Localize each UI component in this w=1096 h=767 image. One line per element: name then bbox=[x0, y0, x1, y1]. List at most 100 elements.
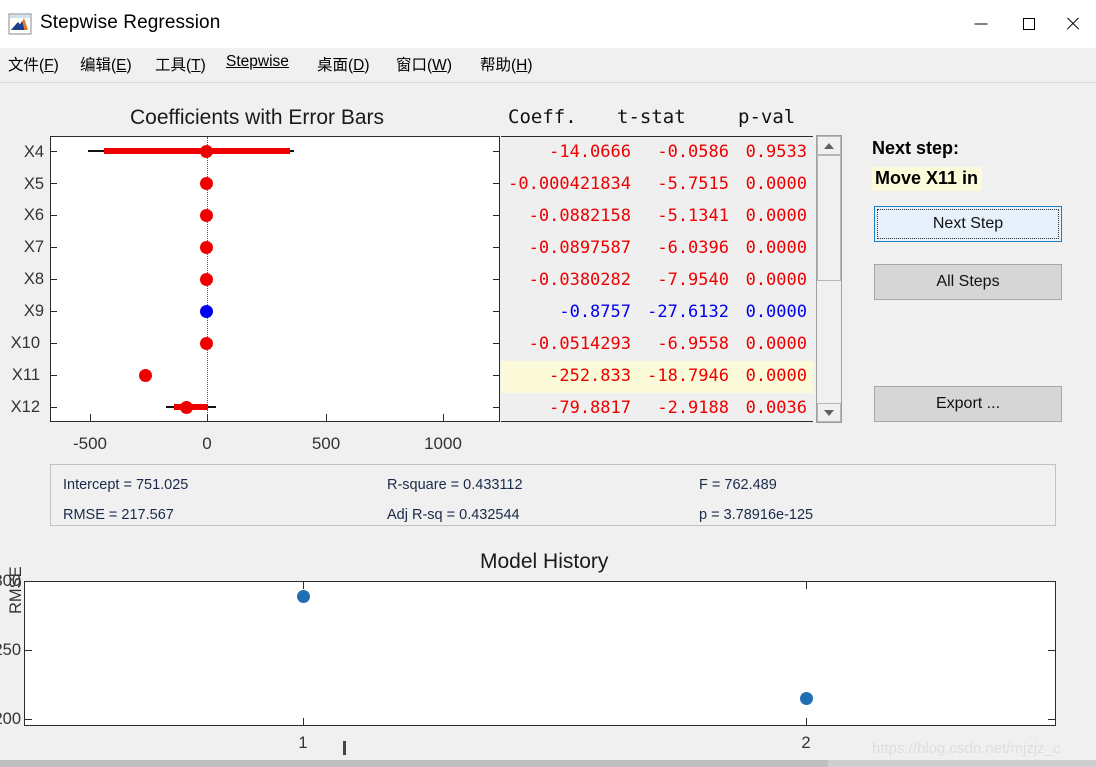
stat-p: p = 3.78916e-125 bbox=[699, 507, 814, 523]
menu-desktop[interactable]: 桌面(D) bbox=[317, 53, 370, 75]
coef-marker-x9[interactable] bbox=[200, 305, 213, 318]
plot-ylabel-x8: X8 bbox=[23, 270, 44, 288]
close-icon bbox=[1065, 16, 1081, 32]
cell-coeff: -252.833 bbox=[549, 366, 631, 386]
plot-ylabel-x11: X11 bbox=[11, 366, 40, 384]
chevron-down-icon bbox=[824, 409, 834, 416]
next-step-label: Next step: bbox=[872, 138, 960, 158]
table-row[interactable]: -14.0666 -0.0586 0.9533 bbox=[501, 137, 813, 169]
scroll-down-button[interactable] bbox=[817, 403, 841, 422]
scroll-up-button[interactable] bbox=[817, 136, 841, 155]
mh-ytick-250: 250 bbox=[0, 641, 21, 659]
table-row[interactable]: -0.0380282 -7.9540 0.0000 bbox=[501, 265, 813, 297]
cell-tstat: -5.1341 bbox=[657, 206, 729, 226]
cell-pval: 0.0000 bbox=[745, 206, 807, 226]
coef-marker-x4[interactable] bbox=[200, 145, 213, 158]
stat-rsquare: R-square = 0.433112 bbox=[387, 477, 523, 493]
focus-outline bbox=[877, 209, 1059, 239]
window-title: Stepwise Regression bbox=[40, 12, 221, 33]
stat-f: F = 762.489 bbox=[699, 477, 777, 493]
coef-marker-x10[interactable] bbox=[200, 337, 213, 350]
cell-tstat: -0.0586 bbox=[657, 142, 729, 162]
close-button[interactable] bbox=[1050, 0, 1096, 48]
export-button[interactable]: Export ... bbox=[874, 386, 1062, 422]
minimize-icon bbox=[974, 23, 988, 25]
next-step-button[interactable]: Next Step bbox=[874, 206, 1062, 242]
stepwise-regression-window: Stepwise Regression 文件(F) 编辑(E) 工具(T) St… bbox=[0, 0, 1096, 767]
cell-coeff: -0.8757 bbox=[559, 302, 631, 322]
coefficient-plot-area[interactable] bbox=[50, 136, 500, 422]
cell-pval: 0.0000 bbox=[745, 174, 807, 194]
errorbar-inner-x4 bbox=[104, 148, 290, 154]
coefficient-plot-title: Coefficients with Error Bars bbox=[130, 106, 385, 129]
coef-marker-x6[interactable] bbox=[200, 209, 213, 222]
scrollbar-thumb[interactable] bbox=[817, 155, 841, 281]
menu-stepwise[interactable]: Stepwise bbox=[226, 53, 289, 71]
coefficient-table[interactable]: -14.0666 -0.0586 0.9533 -0.000421834 -5.… bbox=[501, 136, 813, 422]
cell-coeff: -0.0380282 bbox=[528, 270, 631, 290]
model-history-plot-area[interactable] bbox=[24, 581, 1056, 726]
next-step-value: Move X11 in bbox=[872, 167, 983, 191]
all-steps-button[interactable]: All Steps bbox=[874, 264, 1062, 300]
cell-coeff: -0.0514293 bbox=[528, 334, 631, 354]
coef-marker-x8[interactable] bbox=[200, 273, 213, 286]
coef-marker-x12[interactable] bbox=[180, 401, 193, 414]
table-header-pval: p-val bbox=[738, 106, 796, 128]
table-row[interactable]: -0.8757 -27.6132 0.0000 bbox=[501, 297, 813, 329]
menu-help[interactable]: 帮助(H) bbox=[480, 53, 533, 75]
model-history-point-2[interactable] bbox=[800, 692, 813, 705]
plot-ylabel-x10: X10 bbox=[10, 334, 40, 352]
cell-coeff: -0.0882158 bbox=[528, 206, 631, 226]
menu-help-label: 帮助(H) bbox=[480, 57, 533, 74]
cell-coeff: -14.0666 bbox=[549, 142, 631, 162]
mh-ytick-300: 300 bbox=[0, 572, 21, 590]
table-row-highlighted[interactable]: -252.833 -18.7946 0.0000 bbox=[501, 361, 813, 393]
plot-ylabel-x5: X5 bbox=[23, 175, 44, 193]
mh-xtick-2: 2 bbox=[801, 734, 811, 752]
table-header-coeff: Coeff. bbox=[508, 106, 577, 128]
stat-adj-rsq: Adj R-sq = 0.432544 bbox=[387, 507, 520, 523]
mh-ytick-200: 200 bbox=[0, 710, 21, 728]
menu-window[interactable]: 窗口(W) bbox=[396, 53, 452, 75]
maximize-icon bbox=[1023, 18, 1035, 30]
menu-tools[interactable]: 工具(T) bbox=[155, 53, 206, 75]
cell-tstat: -27.6132 bbox=[647, 302, 729, 322]
menu-tools-label: 工具(T) bbox=[155, 57, 206, 74]
stat-rmse: RMSE = 217.567 bbox=[63, 507, 174, 523]
cell-pval: 0.0000 bbox=[745, 238, 807, 258]
cell-tstat: -18.7946 bbox=[647, 366, 729, 386]
matlab-icon bbox=[8, 12, 32, 36]
table-row[interactable]: -79.8817 -2.9188 0.0036 bbox=[501, 393, 813, 421]
cell-pval: 0.0000 bbox=[745, 302, 807, 322]
plot-ylabel-x4: X4 bbox=[23, 143, 44, 161]
title-bar: Stepwise Regression bbox=[0, 0, 1096, 48]
cell-pval: 0.9533 bbox=[745, 142, 807, 162]
plot-ylabel-x12: X12 bbox=[10, 398, 40, 416]
plot-xtick-0: 0 bbox=[202, 434, 212, 453]
menu-file[interactable]: 文件(F) bbox=[8, 53, 59, 75]
menu-bar: 文件(F) 编辑(E) 工具(T) Stepwise 桌面(D) 窗口(W) 帮… bbox=[0, 48, 1096, 83]
coef-marker-x11[interactable] bbox=[139, 369, 152, 382]
stat-intercept: Intercept = 751.025 bbox=[63, 477, 189, 493]
export-button-label: Export ... bbox=[935, 395, 1001, 412]
model-history-point-1[interactable] bbox=[297, 590, 310, 603]
coef-marker-x7[interactable] bbox=[200, 241, 213, 254]
table-row[interactable]: -0.0897587 -6.0396 0.0000 bbox=[501, 233, 813, 265]
model-statistics-panel: Intercept = 751.025 RMSE = 217.567 R-squ… bbox=[50, 464, 1056, 526]
table-header-tstat: t-stat bbox=[617, 106, 686, 128]
table-row[interactable]: -0.000421834 -5.7515 0.0000 bbox=[501, 169, 813, 201]
minimize-button[interactable] bbox=[958, 0, 1004, 48]
cell-tstat: -6.0396 bbox=[657, 238, 729, 258]
maximize-button[interactable] bbox=[1006, 0, 1052, 48]
plot-xtick-1000: 1000 bbox=[424, 434, 462, 453]
coef-marker-x5[interactable] bbox=[200, 177, 213, 190]
table-row[interactable]: -0.0514293 -6.9558 0.0000 bbox=[501, 329, 813, 361]
cell-pval: 0.0036 bbox=[745, 398, 807, 418]
menu-edit[interactable]: 编辑(E) bbox=[80, 53, 132, 75]
cell-tstat: -5.7515 bbox=[657, 174, 729, 194]
table-row[interactable]: -0.0882158 -5.1341 0.0000 bbox=[501, 201, 813, 233]
table-scrollbar[interactable] bbox=[816, 135, 842, 423]
cell-tstat: -7.9540 bbox=[657, 270, 729, 290]
watermark: https://blog.csdn.net/mjzjz_c bbox=[872, 740, 1061, 757]
cell-tstat: -6.9558 bbox=[657, 334, 729, 354]
